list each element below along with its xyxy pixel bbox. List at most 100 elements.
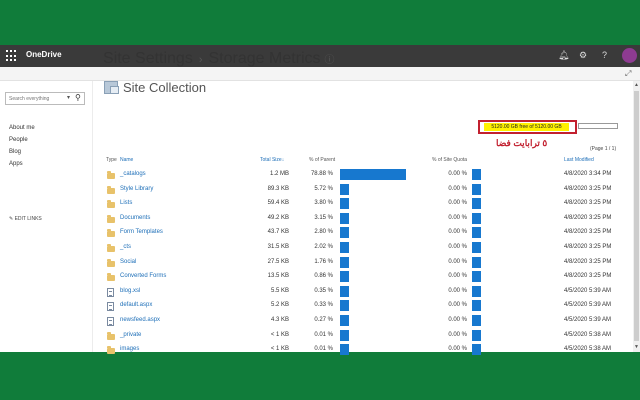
last-modified-value: 4/8/2020 3:25 PM bbox=[564, 244, 612, 250]
percent-of-parent-value: 0.27 % bbox=[314, 317, 333, 323]
last-modified-value: 4/5/2020 5:38 AM bbox=[564, 331, 612, 338]
table-row[interactable]: images < 1 KB 0.01 % 0.00 % 4/5/2020 5:38 AM bbox=[103, 344, 623, 360]
vertical-scrollbar[interactable]: ▲ ▼ bbox=[633, 81, 640, 352]
file-icon bbox=[107, 302, 114, 312]
total-size-value: 31.5 KB bbox=[267, 244, 289, 250]
total-size-value: 5.2 KB bbox=[270, 302, 289, 309]
focus-mode-icon[interactable]: ⤢ bbox=[625, 69, 631, 79]
total-size-value: < 1 KB bbox=[270, 331, 289, 338]
file-icon bbox=[107, 317, 114, 326]
table-row[interactable]: Social 27.5 KB 1.76 % 0.00 % 4/8/2020 3:25 P… bbox=[103, 256, 623, 273]
app-launcher-icon[interactable] bbox=[6, 50, 18, 62]
percent-of-quota-bar bbox=[472, 212, 481, 224]
app-name[interactable]: OneDrive bbox=[26, 50, 62, 59]
item-name-link[interactable]: Form Templates bbox=[120, 229, 163, 235]
column-total-size[interactable]: Total Size↓ bbox=[260, 157, 284, 163]
item-name-link[interactable]: default.aspx bbox=[120, 302, 152, 308]
scroll-down-icon[interactable]: ▼ bbox=[634, 344, 639, 350]
search-icon[interactable]: ⚲ bbox=[75, 93, 81, 102]
page-title: Site Settings › Storage Metrics ⓘ bbox=[103, 50, 335, 68]
column-name[interactable]: Name bbox=[120, 157, 133, 163]
percent-of-quota-bar bbox=[472, 315, 481, 326]
table-row[interactable]: default.aspx 5.2 KB 0.33 % 0.00 % 4/5/2020 5… bbox=[103, 300, 623, 316]
folder-icon bbox=[107, 214, 115, 223]
total-size-value: < 1 KB bbox=[270, 346, 289, 353]
help-icon[interactable]: ? bbox=[602, 49, 607, 61]
percent-of-quota-value: 0.00 % bbox=[448, 185, 467, 192]
info-icon[interactable]: ⓘ bbox=[325, 55, 335, 66]
percent-of-parent-value: 1.76 % bbox=[314, 258, 333, 265]
percent-of-quota-value: 0.00 % bbox=[448, 200, 467, 207]
last-modified-value: 4/8/2020 3:25 PM bbox=[564, 229, 612, 236]
percent-of-parent-bar bbox=[340, 271, 349, 283]
section-title: Site Collection bbox=[123, 80, 207, 95]
item-name-link[interactable]: Documents bbox=[120, 215, 150, 221]
item-name-link[interactable]: Converted Forms bbox=[120, 273, 166, 279]
column-type: Type bbox=[106, 157, 117, 163]
item-name-link[interactable]: blog.xsl bbox=[120, 288, 140, 294]
scrollbar-thumb[interactable] bbox=[634, 91, 639, 341]
column-last-modified[interactable]: Last Modified bbox=[564, 157, 594, 163]
nav-item-apps[interactable]: Apps bbox=[9, 161, 23, 167]
edit-links-button[interactable]: ✎ EDIT LINKS bbox=[9, 216, 42, 222]
bell-icon[interactable]: 🔔︎ bbox=[558, 49, 569, 61]
item-name-link[interactable]: Style Library bbox=[120, 186, 153, 192]
table-row[interactable]: Lists 59.4 KB 3.80 % 0.00 % 4/8/2020 3:25 PM bbox=[103, 198, 623, 214]
folder-icon bbox=[107, 229, 115, 238]
percent-of-parent-bar bbox=[340, 285, 349, 297]
search-input[interactable] bbox=[6, 93, 66, 104]
file-icon bbox=[107, 287, 114, 297]
percent-of-quota-bar bbox=[472, 227, 481, 239]
table-row[interactable]: newsfeed.aspx 4.3 KB 0.27 % 0.00 % 4/5/2020 … bbox=[103, 315, 623, 331]
folder-icon bbox=[107, 258, 115, 267]
nav-item-about-me[interactable]: About me bbox=[9, 125, 35, 131]
item-name-link[interactable]: images bbox=[120, 346, 139, 352]
percent-of-parent-bar bbox=[340, 315, 349, 326]
item-name-link[interactable]: _cts bbox=[120, 244, 131, 250]
table-row[interactable]: _private < 1 KB 0.01 % 0.00 % 4/5/2020 5:38 … bbox=[103, 329, 623, 346]
percent-of-parent-value: 0.86 % bbox=[314, 273, 333, 280]
table-row[interactable]: _catalogs 1.2 MB 78.88 % 0.00 % 4/8/2020 3:3… bbox=[103, 169, 623, 185]
gear-icon[interactable]: ⚙ bbox=[579, 49, 587, 61]
nav-item-blog[interactable]: Blog bbox=[9, 149, 21, 155]
left-navigation: ▾ ⚲ About me People Blog Apps ✎ EDIT LIN… bbox=[0, 81, 93, 352]
scroll-up-icon[interactable]: ▲ bbox=[634, 82, 639, 88]
table-row[interactable]: Form Templates 43.7 KB 2.80 % 0.00 % 4/8/202… bbox=[103, 227, 623, 243]
table-row[interactable]: blog.xsl 5.5 KB 0.35 % 0.00 % 4/5/2020 5:39 … bbox=[103, 285, 623, 302]
total-size-value: 27.5 KB bbox=[267, 258, 289, 265]
percent-of-parent-bar bbox=[340, 256, 349, 268]
percent-of-quota-bar bbox=[472, 198, 481, 210]
percent-of-parent-value: 78.88 % bbox=[310, 171, 333, 177]
percent-of-parent-bar bbox=[340, 300, 349, 312]
breadcrumb-separator: › bbox=[198, 54, 203, 66]
folder-icon bbox=[107, 244, 115, 252]
total-size-value: 59.4 KB bbox=[267, 200, 289, 207]
last-modified-value: 4/8/2020 3:25 PM bbox=[564, 258, 612, 265]
avatar[interactable] bbox=[622, 48, 637, 63]
breadcrumb-site-settings[interactable]: Site Settings bbox=[103, 50, 193, 67]
search-scope-chevron-icon[interactable]: ▾ bbox=[67, 94, 70, 101]
total-size-value: 4.3 KB bbox=[270, 317, 289, 323]
nav-item-people[interactable]: People bbox=[9, 137, 28, 143]
total-size-value: 5.5 KB bbox=[270, 287, 289, 294]
item-name-link[interactable]: newsfeed.aspx bbox=[120, 317, 160, 323]
percent-of-parent-value: 2.02 % bbox=[314, 244, 333, 250]
folder-icon bbox=[107, 171, 115, 179]
percent-of-parent-value: 0.01 % bbox=[314, 346, 333, 353]
table-row[interactable]: Converted Forms 13.5 KB 0.86 % 0.00 % 4/8/20… bbox=[103, 271, 623, 287]
table-row[interactable]: _cts 31.5 KB 2.02 % 0.00 % 4/8/2020 3:25 PM bbox=[103, 242, 623, 258]
item-name-link[interactable]: _catalogs bbox=[120, 171, 146, 177]
table-row[interactable]: Style Library 89.3 KB 5.72 % 0.00 % 4/8/2020… bbox=[103, 183, 623, 200]
item-name-link[interactable]: Social bbox=[120, 259, 136, 265]
total-size-value: 1.2 MB bbox=[269, 171, 289, 177]
table-row[interactable]: Documents 49.2 KB 3.15 % 0.00 % 4/8/2020 3:2… bbox=[103, 212, 623, 229]
folder-icon bbox=[107, 331, 115, 340]
percent-of-parent-bar bbox=[340, 183, 349, 195]
last-modified-value: 4/8/2020 3:25 PM bbox=[564, 200, 612, 207]
sort-desc-icon: ↓ bbox=[281, 157, 285, 163]
percent-of-quota-value: 0.00 % bbox=[448, 229, 467, 236]
search-box: ▾ ⚲ bbox=[5, 92, 85, 105]
item-name-link[interactable]: _private bbox=[120, 332, 141, 338]
item-name-link[interactable]: Lists bbox=[120, 200, 132, 206]
percent-of-quota-bar bbox=[472, 329, 481, 341]
